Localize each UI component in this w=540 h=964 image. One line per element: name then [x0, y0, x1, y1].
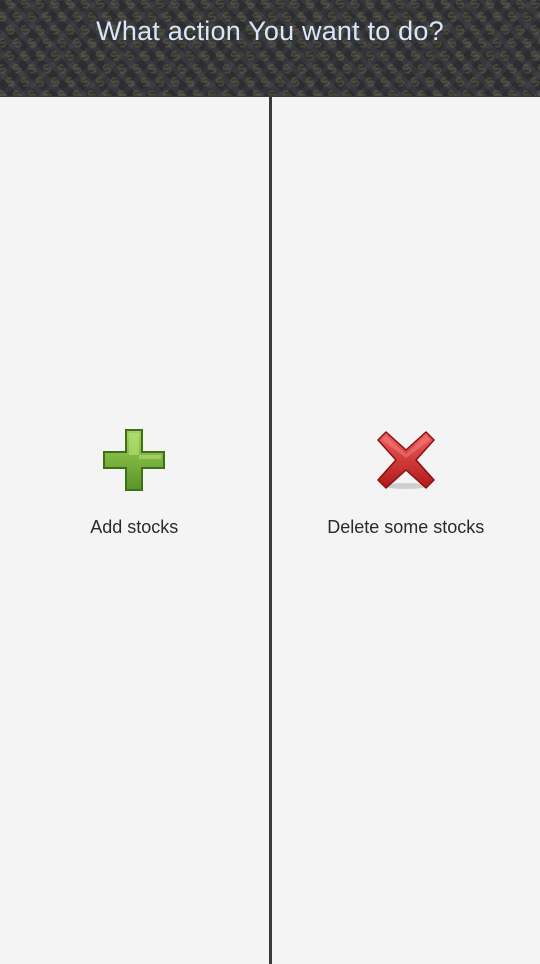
delete-stocks-content: Delete some stocks	[272, 428, 540, 538]
add-stocks-label: Add stocks	[90, 517, 179, 537]
header-bar: $ $ $ $ $ $ $ $ $ $ $ $ $ $ $ $ $ $ $ $ $ $ $ $ $ $ $ $ $ $ $ $ $ $ $ $ $ $ $ $…	[0, 0, 540, 96]
add-stocks-content: Add stocks	[0, 428, 269, 538]
delete-stocks-button[interactable]: Delete some stocks	[271, 97, 540, 964]
app-window: $ $ $ $ $ $ $ $ $ $ $ $ $ $ $ $ $ $ $ $ $ $ $ $ $ $ $ $ $ $ $ $ $ $ $ $ $ $ $ $…	[0, 0, 540, 964]
cross-icon	[377, 431, 435, 489]
page-title: What action You want to do?	[96, 16, 444, 46]
add-stocks-button[interactable]: Add stocks	[0, 97, 269, 964]
plus-icon	[103, 429, 166, 491]
dollar-pattern-background: $ $ $ $ $ $ $ $ $ $ $ $ $ $ $ $ $ $ $ $ $ $ $ $ $ $ $ $ $ $ $ $ $ $ $ $ $$ $ $…	[0, 0, 540, 96]
delete-stocks-label: Delete some stocks	[327, 517, 485, 537]
action-panels: Add stocks Delete some stocks	[0, 97, 540, 964]
